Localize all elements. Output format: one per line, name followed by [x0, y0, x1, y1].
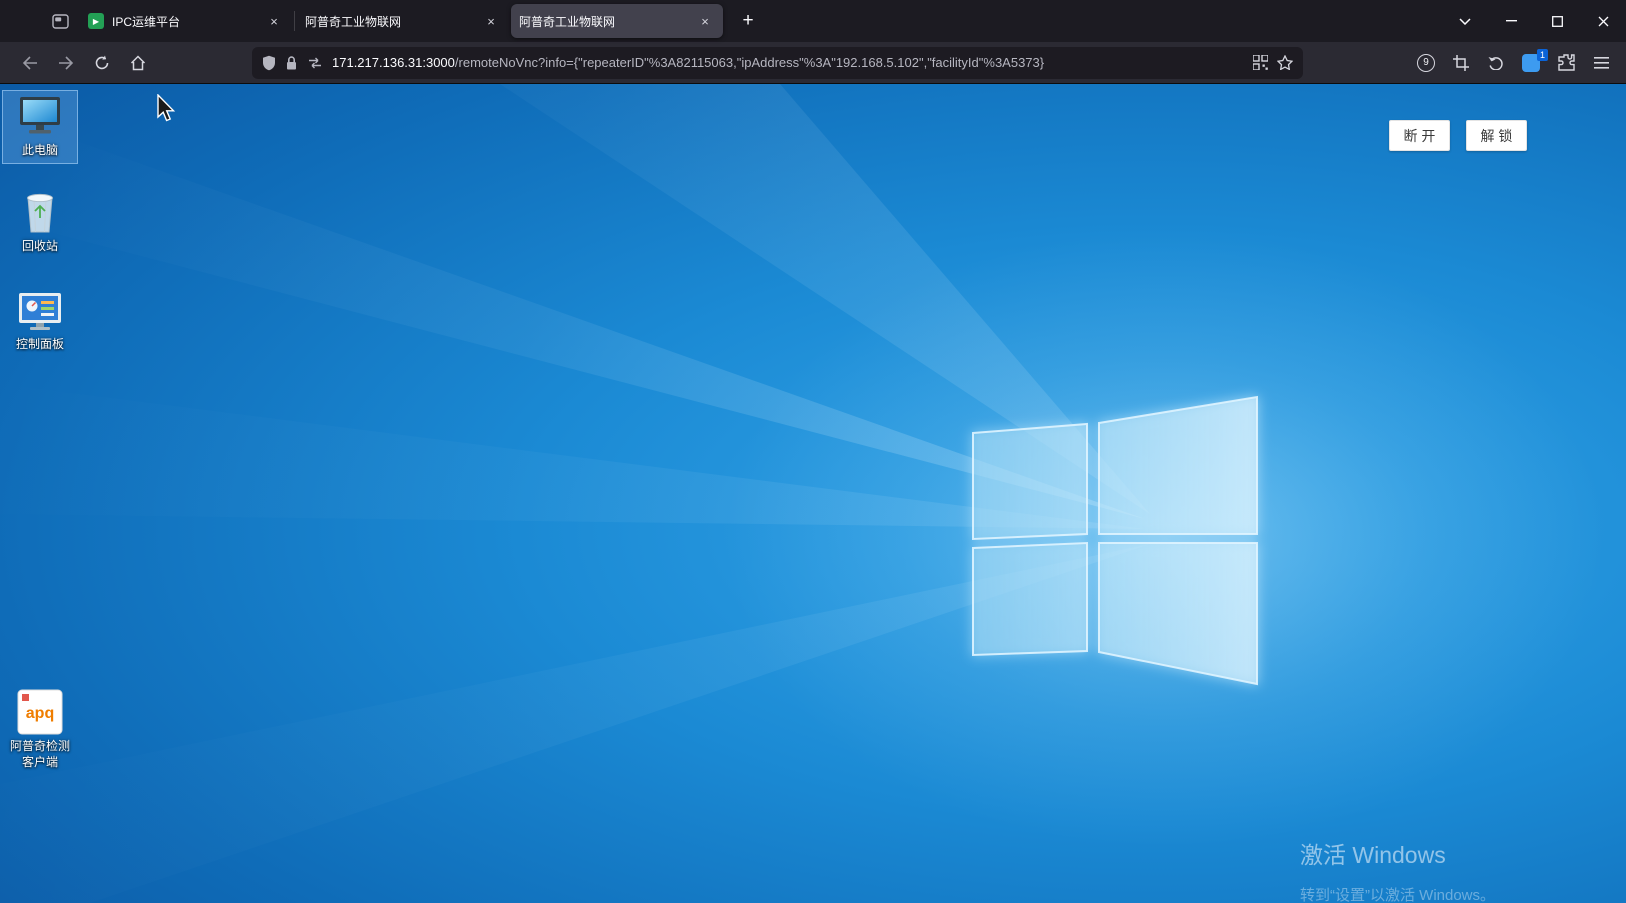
tab-apuqi-2-active[interactable]: 阿普奇工业物联网 ×: [511, 4, 723, 38]
play-favicon-icon: ▶: [88, 13, 104, 29]
minimize-button[interactable]: [1488, 0, 1534, 42]
url-bar[interactable]: 171.217.136.31:3000/remoteNoVnc?info={"r…: [252, 47, 1303, 79]
new-tab-button[interactable]: +: [733, 6, 763, 36]
remote-desktop-viewport[interactable]: 此电脑 回收站 控制面板: [0, 84, 1626, 903]
url-host: 171.217.136.31:3000: [332, 55, 455, 70]
tab-close-icon[interactable]: ×: [695, 11, 715, 31]
shield-icon: [262, 55, 276, 71]
recycle-bin-icon: [19, 189, 61, 235]
grid-qr-icon[interactable]: [1253, 55, 1268, 70]
chevron-down-icon: [1459, 18, 1471, 25]
extension-with-badge-button[interactable]: 1: [1518, 50, 1544, 76]
tab-separator: [294, 11, 295, 31]
profile-count-button[interactable]: 9: [1413, 50, 1439, 76]
back-arrow-icon: [22, 56, 38, 70]
mouse-cursor: [155, 94, 177, 124]
activate-windows-watermark-subtitle: 转到“设置”以激活 Windows。: [1300, 884, 1495, 903]
toolbar-right-icons: 9 1: [1413, 50, 1614, 76]
reload-button[interactable]: [87, 48, 117, 78]
this-pc-icon: [16, 95, 64, 139]
activate-windows-watermark: 激活 Windows: [1300, 836, 1446, 870]
forward-button[interactable]: [51, 48, 81, 78]
url-path: /remoteNoVnc?info={"repeaterID"%3A821150…: [455, 55, 1044, 70]
tab-title: 阿普奇工业物联网: [519, 13, 687, 30]
vnc-unlock-button[interactable]: 解 锁: [1466, 120, 1527, 151]
app-menu-button[interactable]: [1588, 50, 1614, 76]
desktop-icon-recycle-bin[interactable]: 回收站: [2, 184, 78, 260]
extensions-button[interactable]: [1553, 50, 1579, 76]
permissions-icon[interactable]: [307, 56, 323, 70]
windows-wallpaper: [0, 84, 1626, 903]
close-window-button[interactable]: [1580, 0, 1626, 42]
home-button[interactable]: [123, 48, 153, 78]
tab-close-icon[interactable]: ×: [481, 11, 501, 31]
tab-ipc-platform[interactable]: ▶ IPC运维平台 ×: [80, 4, 292, 38]
tab-list-button[interactable]: [1442, 0, 1488, 42]
tab-apuqi-1[interactable]: 阿普奇工业物联网 ×: [297, 4, 509, 38]
minimize-icon: [1506, 20, 1517, 22]
desktop-icon-apq-client[interactable]: apq 阿普奇检测客户端: [2, 684, 78, 775]
firefox-view-icon: [52, 14, 69, 29]
tab-title: 阿普奇工业物联网: [305, 13, 473, 30]
profile-count-icon: 9: [1417, 54, 1435, 72]
desktop-icon-this-pc[interactable]: 此电脑: [2, 90, 78, 164]
screenshot-crop-button[interactable]: [1448, 50, 1474, 76]
lock-icon: [285, 55, 298, 71]
restore-undo-button[interactable]: [1483, 50, 1509, 76]
url-text[interactable]: 171.217.136.31:3000/remoteNoVnc?info={"r…: [332, 55, 1244, 70]
apq-client-icon: apq: [17, 689, 63, 735]
tab-title: IPC运维平台: [112, 13, 256, 30]
control-panel-icon: [17, 291, 63, 333]
bookmark-star-icon[interactable]: [1277, 55, 1293, 70]
hamburger-menu-icon: [1594, 57, 1609, 69]
navigation-toolbar: 171.217.136.31:3000/remoteNoVnc?info={"r…: [0, 42, 1626, 84]
home-icon: [130, 55, 146, 71]
vnc-disconnect-button[interactable]: 断 开: [1389, 120, 1450, 151]
desktop-icon-label: 阿普奇检测客户端: [5, 739, 75, 770]
close-icon: [1598, 16, 1609, 27]
maximize-icon: [1552, 16, 1563, 27]
tab-close-icon[interactable]: ×: [264, 11, 284, 31]
browser-window: ▶ IPC运维平台 × 阿普奇工业物联网 × 阿普奇工业物联网 × +: [0, 0, 1626, 903]
tab-bar: ▶ IPC运维平台 × 阿普奇工业物联网 × 阿普奇工业物联网 × +: [0, 0, 1626, 42]
desktop-icon-label: 回收站: [22, 239, 58, 255]
maximize-button[interactable]: [1534, 0, 1580, 42]
crop-icon: [1453, 55, 1469, 71]
desktop-icon-label: 此电脑: [22, 143, 58, 159]
forward-arrow-icon: [58, 56, 74, 70]
reload-icon: [94, 55, 110, 71]
puzzle-icon: [1558, 54, 1575, 71]
desktop-icon-control-panel[interactable]: 控制面板: [2, 286, 78, 358]
window-controls: [1442, 0, 1626, 42]
undo-arrow-icon: [1488, 55, 1504, 70]
back-button[interactable]: [15, 48, 45, 78]
desktop-icon-label: 控制面板: [16, 337, 64, 353]
extension-badge: 1: [1537, 49, 1548, 61]
apq-logo-text: apq: [26, 705, 54, 722]
firefox-view-button[interactable]: [44, 7, 76, 35]
